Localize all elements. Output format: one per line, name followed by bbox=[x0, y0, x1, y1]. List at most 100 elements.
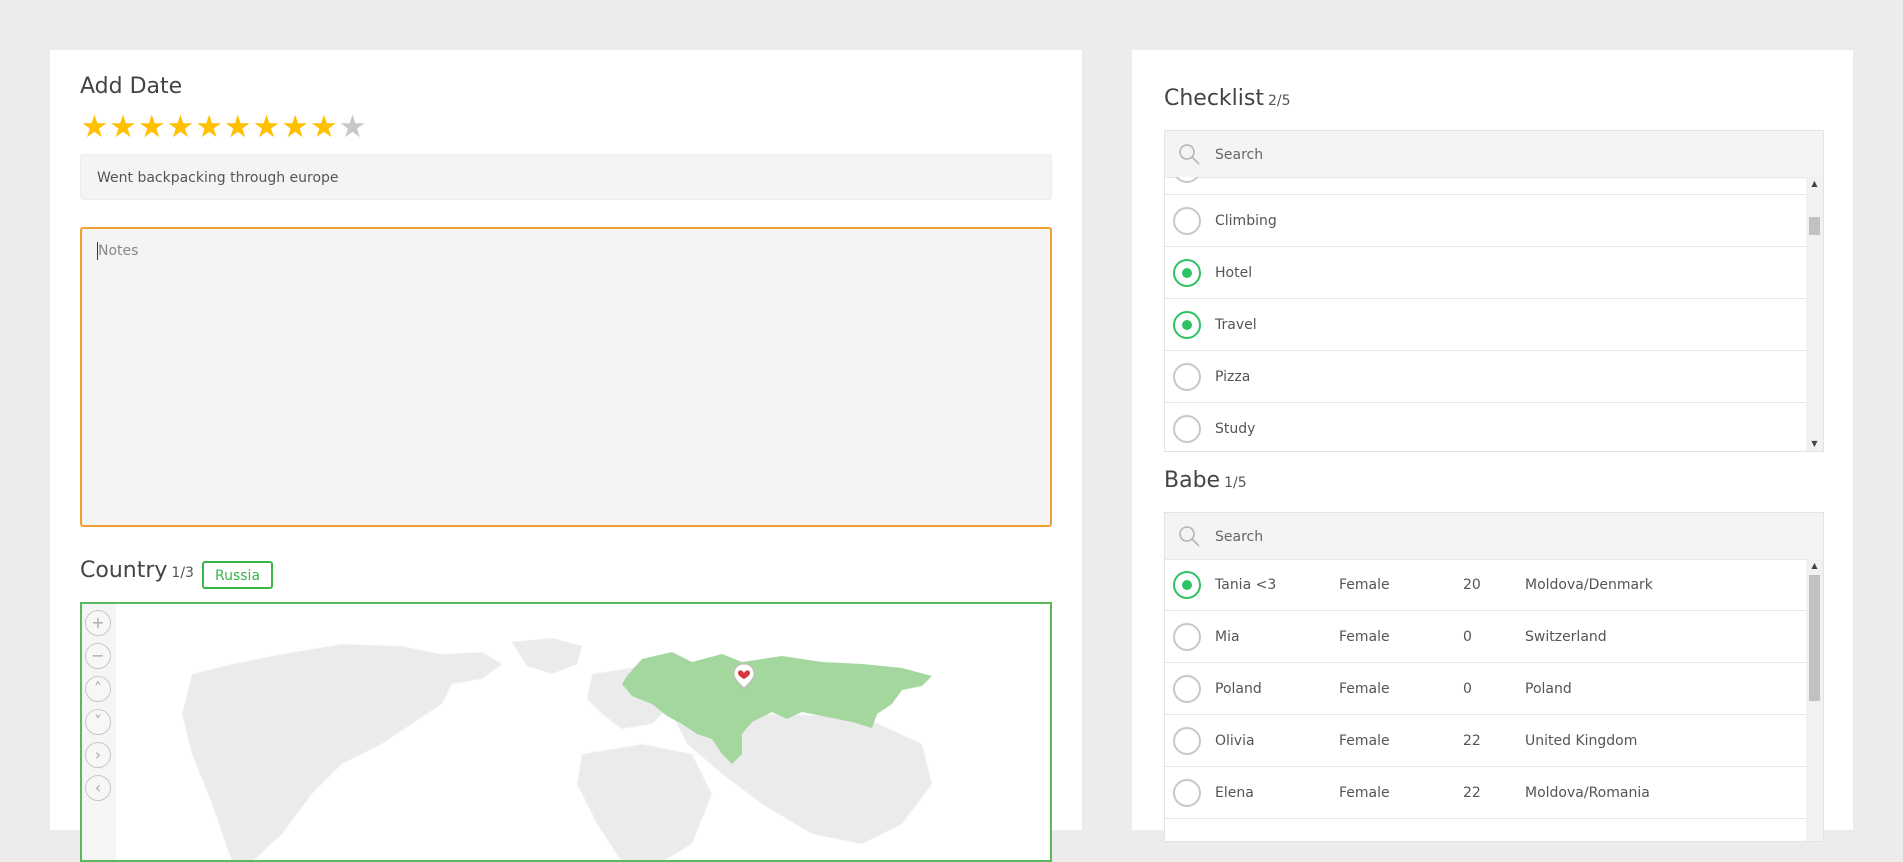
star-icon[interactable]: ★ bbox=[223, 110, 252, 144]
checklist-search-input[interactable] bbox=[1213, 131, 1777, 179]
map-controls: + − ˄ ˅ › ‹ bbox=[82, 604, 116, 860]
babe-country-cell: Switzerland bbox=[1525, 629, 1607, 645]
star-icon[interactable]: ★ bbox=[166, 110, 195, 144]
babe-age-cell: 22 bbox=[1463, 785, 1481, 801]
checklist-radio[interactable] bbox=[1173, 415, 1201, 443]
pan-right-icon[interactable]: › bbox=[85, 742, 111, 768]
world-map[interactable]: + − ˄ ˅ › ‹ bbox=[80, 602, 1052, 862]
rating-stars[interactable]: ★ ★ ★ ★ ★ ★ ★ ★ ★ ★ bbox=[80, 110, 367, 144]
babe-gender-cell: Female bbox=[1339, 785, 1390, 801]
checklist-box: Video GameClimbingHotelTravelPizzaStudy … bbox=[1164, 130, 1824, 452]
checklist-item-label: Pizza bbox=[1215, 369, 1251, 385]
star-icon[interactable]: ★ bbox=[252, 110, 281, 144]
babe-name-cell: Olivia bbox=[1215, 733, 1255, 749]
babe-name-cell: Tania <3 bbox=[1215, 577, 1277, 593]
checklist-item-label: Video Game bbox=[1215, 177, 1300, 195]
babe-box: Tania <3 Female 20 Moldova/Denmark Mia Female… bbox=[1164, 512, 1824, 842]
scroll-up-arrow-icon[interactable]: ▲ bbox=[1806, 559, 1823, 573]
checklist-item[interactable]: Study bbox=[1165, 403, 1806, 451]
babe-row[interactable]: Mia Female 0 Switzerland bbox=[1165, 611, 1806, 663]
greenland-shape bbox=[512, 638, 582, 674]
star-icon[interactable]: ★ bbox=[80, 110, 109, 144]
star-icon[interactable]: ★ bbox=[109, 110, 138, 144]
babe-country-cell: United Kingdom bbox=[1525, 733, 1638, 749]
checklist-item[interactable]: Climbing bbox=[1165, 195, 1806, 247]
africa-shape bbox=[576, 743, 713, 860]
babe-search-input[interactable] bbox=[1213, 513, 1777, 561]
checklist-item-label: Study bbox=[1215, 421, 1256, 437]
checklist-item-label: Climbing bbox=[1215, 213, 1277, 229]
babe-search bbox=[1165, 513, 1823, 561]
star-icon[interactable]: ★ bbox=[281, 110, 310, 144]
checklist-item[interactable]: Pizza bbox=[1165, 351, 1806, 403]
notes-textarea[interactable]: Notes bbox=[80, 227, 1052, 527]
scroll-down-arrow-icon[interactable]: ▼ bbox=[1806, 437, 1823, 451]
babe-title: Babe 1/5 bbox=[1164, 468, 1247, 493]
checklist-item-label: Hotel bbox=[1215, 265, 1253, 281]
north-america-shape bbox=[181, 643, 503, 860]
babe-gender-cell: Female bbox=[1339, 629, 1390, 645]
checklist-radio[interactable] bbox=[1173, 207, 1201, 235]
babe-name-cell: Mia bbox=[1215, 629, 1240, 645]
babe-title-label: Babe bbox=[1164, 468, 1221, 493]
checklist-list: Video Game Climbing Hotel Travel Pizza Study bbox=[1165, 177, 1806, 451]
star-icon[interactable]: ★ bbox=[195, 110, 224, 144]
babe-scrollbar[interactable]: ▲ bbox=[1806, 559, 1823, 841]
add-date-panel: Add Date ★ ★ ★ ★ ★ ★ ★ ★ ★ ★ Went backpacking thr… bbox=[50, 50, 1082, 862]
babe-country-cell: Moldova/Denmark bbox=[1525, 577, 1653, 593]
pan-down-icon[interactable]: ˅ bbox=[85, 709, 111, 735]
text-caret bbox=[97, 242, 98, 260]
babe-list: Tania <3 Female 20 Moldova/Denmark Mia Female… bbox=[1165, 559, 1806, 841]
side-panel: Checklist2/5 Video Game Climbing Hotel Trav… bbox=[1132, 50, 1853, 842]
pan-left-icon[interactable]: ‹ bbox=[85, 775, 111, 801]
checklist-item[interactable]: Travel bbox=[1165, 299, 1806, 351]
zoom-in-icon[interactable]: + bbox=[85, 610, 111, 636]
country-title: Country 1/3 bbox=[80, 558, 194, 583]
babe-row[interactable]: Olivia Female 22 United Kingdom bbox=[1165, 715, 1806, 767]
search-icon bbox=[1179, 526, 1200, 547]
babe-country-cell: Moldova/Romania bbox=[1525, 785, 1650, 801]
search-icon bbox=[1179, 144, 1200, 165]
babe-radio[interactable] bbox=[1173, 675, 1201, 703]
babe-gender-cell: Female bbox=[1339, 577, 1390, 593]
country-title-label: Country bbox=[80, 558, 168, 583]
checklist-radio[interactable] bbox=[1173, 259, 1201, 287]
babe-name-cell: Elena bbox=[1215, 785, 1254, 801]
checklist-radio[interactable] bbox=[1173, 177, 1201, 183]
scroll-thumb[interactable] bbox=[1809, 575, 1820, 701]
pan-up-icon[interactable]: ˄ bbox=[85, 676, 111, 702]
checklist-scrollbar[interactable]: ▲ ▼ bbox=[1806, 177, 1823, 451]
babe-radio[interactable] bbox=[1173, 727, 1201, 755]
babe-radio[interactable] bbox=[1173, 571, 1201, 599]
checklist-radio[interactable] bbox=[1173, 363, 1201, 391]
country-count: 1/3 bbox=[171, 565, 194, 581]
notes-placeholder: Notes bbox=[98, 243, 139, 259]
star-icon[interactable]: ★ bbox=[338, 110, 367, 144]
zoom-out-icon[interactable]: − bbox=[85, 643, 111, 669]
checklist-title-label: Checklist bbox=[1164, 86, 1264, 111]
scroll-thumb[interactable] bbox=[1809, 217, 1820, 235]
scroll-up-arrow-icon[interactable]: ▲ bbox=[1806, 177, 1823, 191]
checklist-item[interactable]: Video Game bbox=[1165, 177, 1806, 195]
babe-age-cell: 22 bbox=[1463, 733, 1481, 749]
map-canvas bbox=[181, 638, 933, 860]
babe-row[interactable]: Elena Female 22 Moldova/Romania bbox=[1165, 767, 1806, 819]
babe-count: 1/5 bbox=[1224, 475, 1247, 491]
checklist-radio[interactable] bbox=[1173, 311, 1201, 339]
babe-radio[interactable] bbox=[1173, 623, 1201, 651]
babe-name-cell: Poland bbox=[1215, 681, 1262, 697]
babe-country-cell: Poland bbox=[1525, 681, 1572, 697]
selected-country-tag[interactable]: Russia bbox=[202, 561, 274, 589]
babe-radio[interactable] bbox=[1173, 779, 1201, 807]
checklist-title: Checklist 2/5 bbox=[1164, 86, 1291, 111]
babe-row[interactable]: Tania <3 Female 20 Moldova/Denmark bbox=[1165, 559, 1806, 611]
babe-gender-cell: Female bbox=[1339, 733, 1390, 749]
star-icon[interactable]: ★ bbox=[310, 110, 339, 144]
checklist-item-label: Travel bbox=[1215, 317, 1257, 333]
checklist-item[interactable]: Hotel bbox=[1165, 247, 1806, 299]
checklist-search bbox=[1165, 131, 1823, 179]
star-icon[interactable]: ★ bbox=[137, 110, 166, 144]
babe-row[interactable]: Poland Female 0 Poland bbox=[1165, 663, 1806, 715]
checklist-count: 2/5 bbox=[1268, 93, 1291, 109]
date-title-field[interactable]: Went backpacking through europe bbox=[80, 154, 1052, 200]
